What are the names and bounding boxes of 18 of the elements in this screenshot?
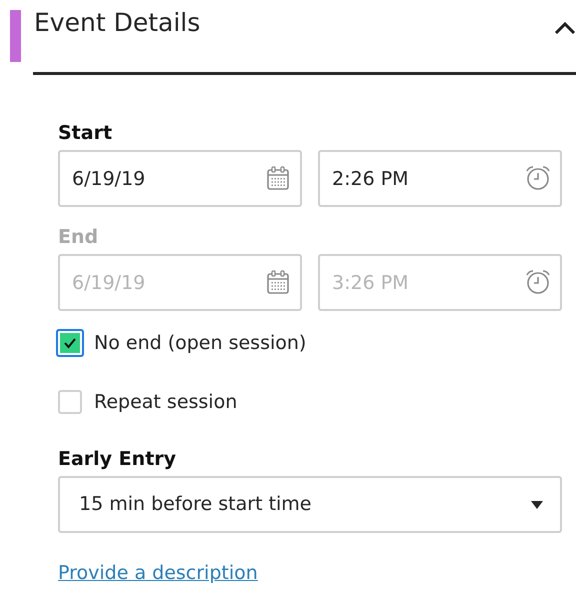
early-entry-dropdown[interactable]: 15 min before start time bbox=[58, 476, 562, 533]
clock-icon bbox=[525, 269, 551, 295]
section-title: Event Details bbox=[34, 7, 200, 39]
field-label: End bbox=[58, 225, 100, 250]
description-link[interactable]: Provide a description bbox=[58, 562, 258, 584]
checkbox-label: Repeat session bbox=[94, 390, 238, 415]
checkbox[interactable] bbox=[56, 329, 84, 357]
clock-icon bbox=[525, 165, 551, 191]
calendar-icon bbox=[265, 269, 291, 295]
accent-bar bbox=[10, 10, 21, 62]
calendar-icon bbox=[265, 165, 291, 191]
checkbox-label: No end (open session) bbox=[94, 330, 306, 356]
field-label: Start bbox=[58, 121, 114, 146]
check-icon bbox=[63, 336, 77, 350]
caret-icon bbox=[530, 500, 544, 510]
date-field[interactable]: 6/19/19 bbox=[58, 150, 302, 207]
time-field[interactable]: 2:26 PM bbox=[318, 150, 562, 207]
field-label: Early Entry bbox=[58, 447, 178, 472]
